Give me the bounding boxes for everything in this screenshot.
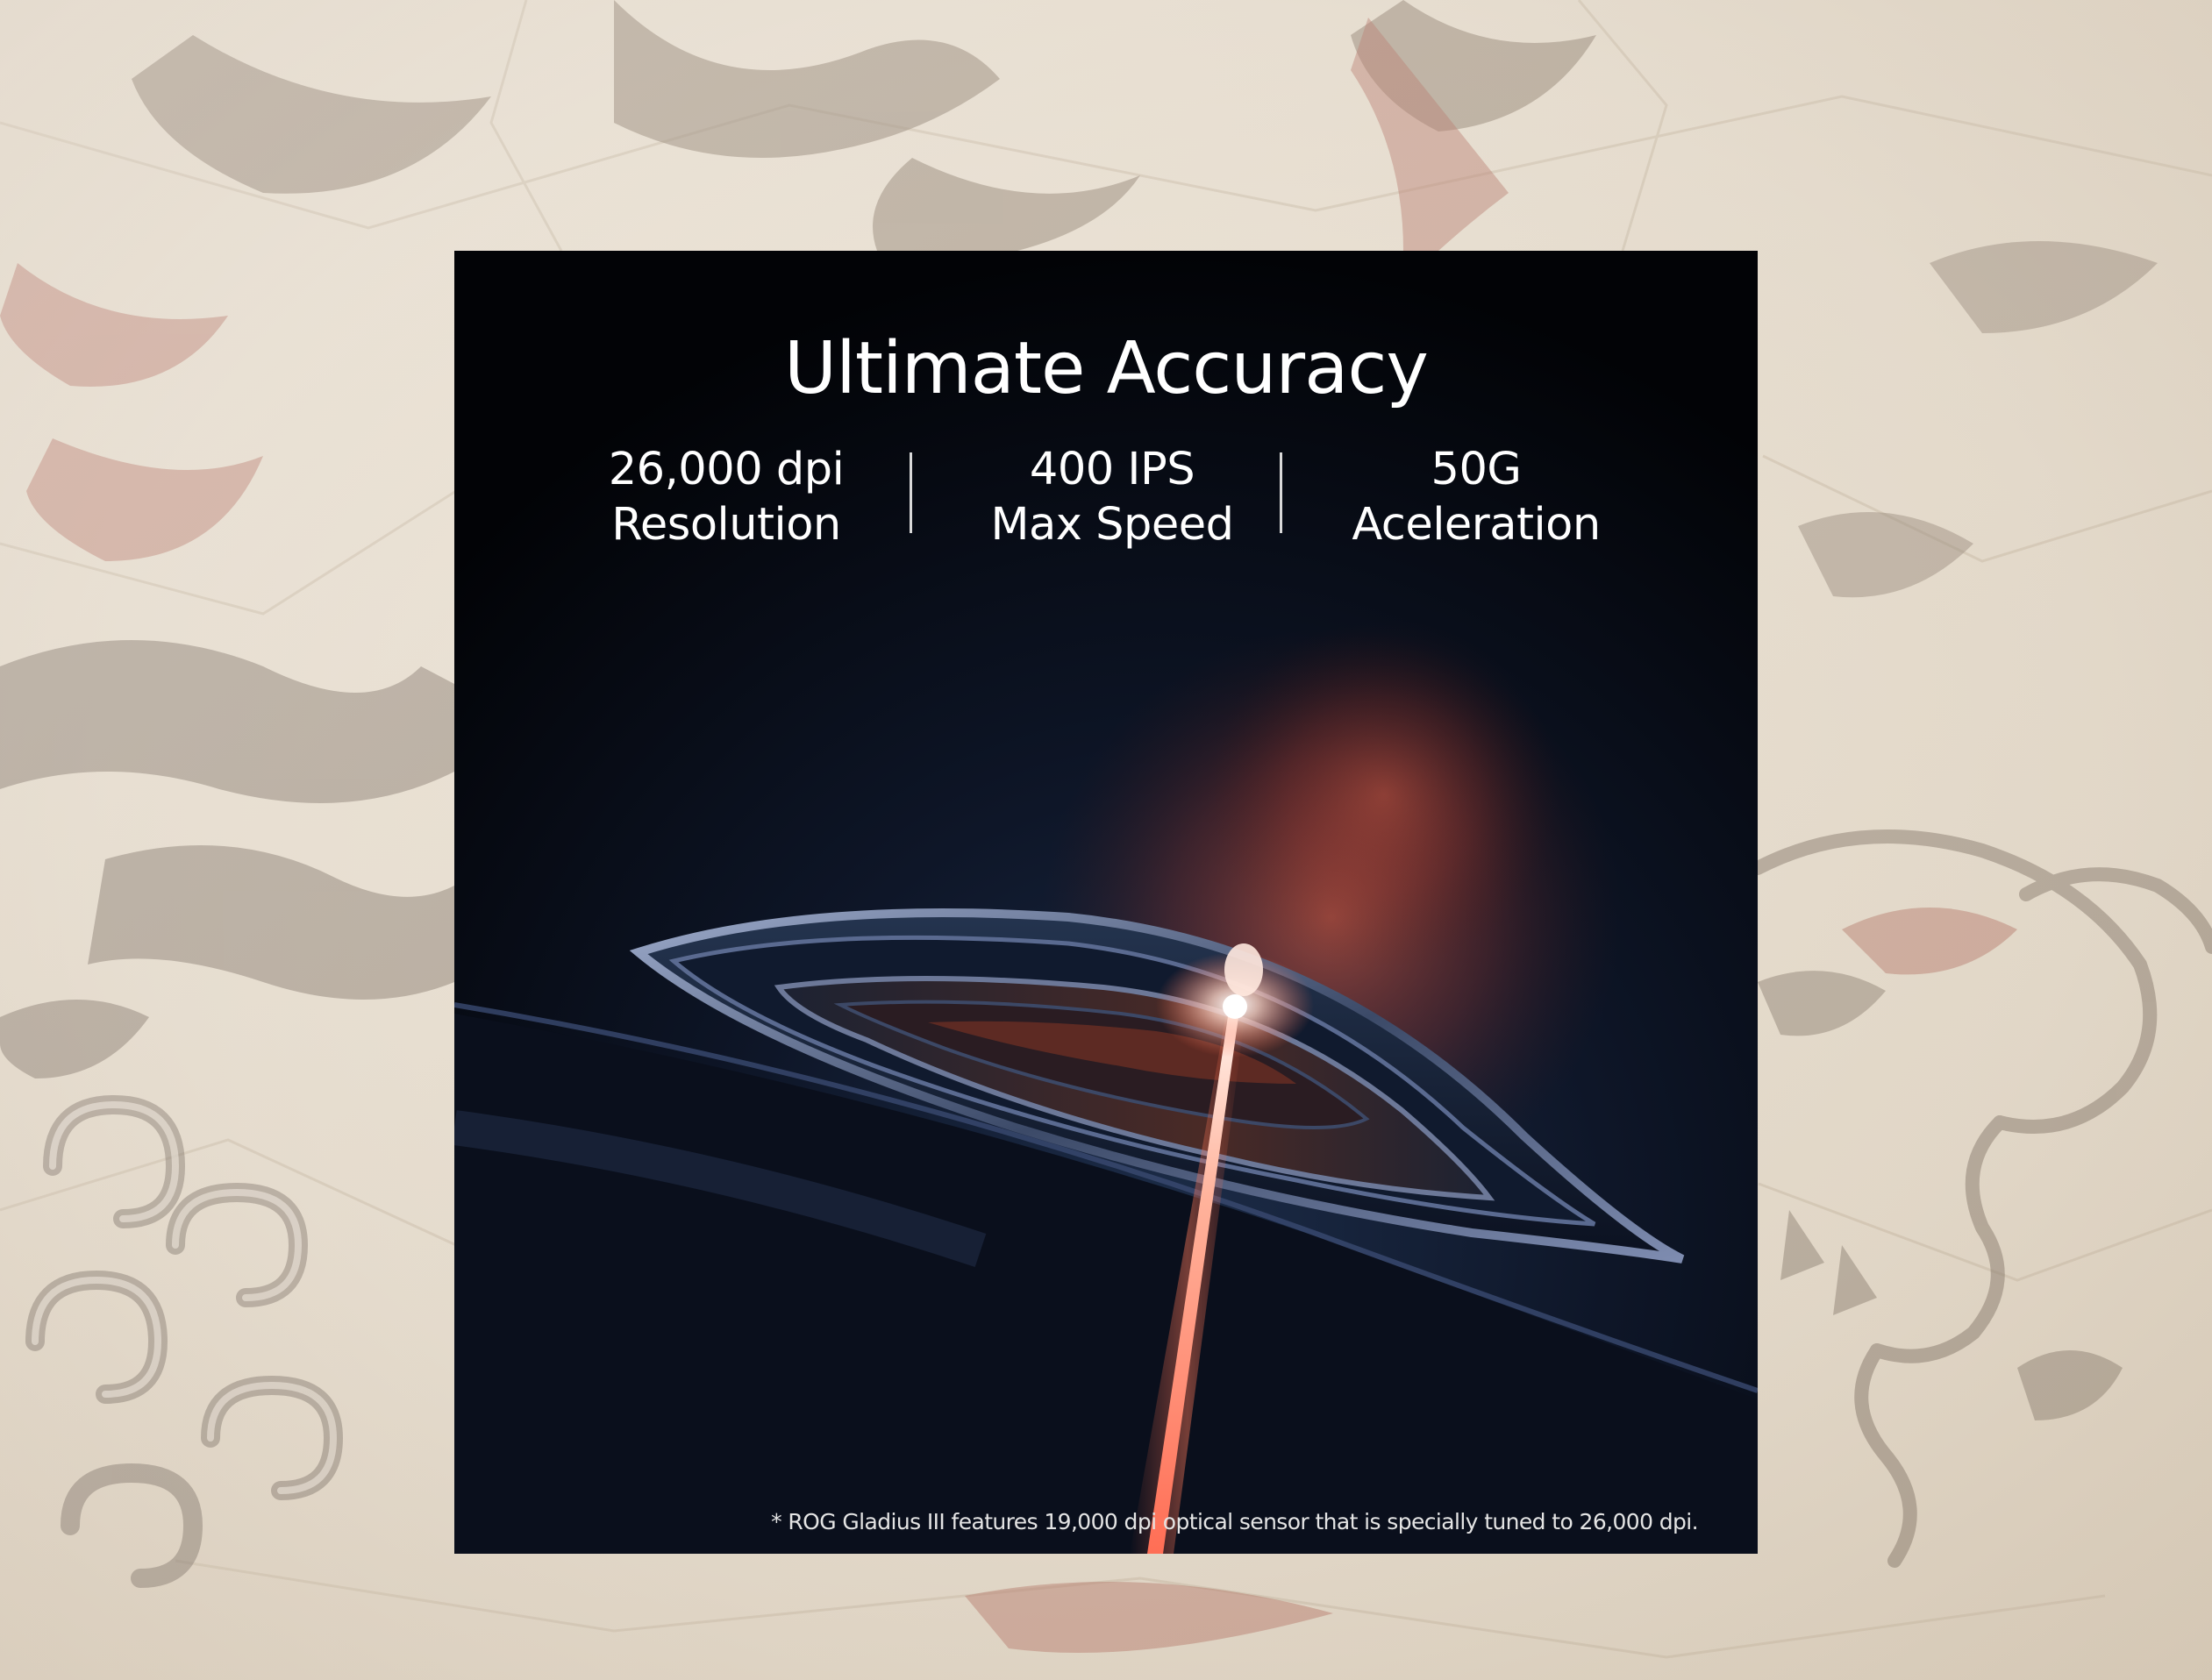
- spec-resolution: 26,000 dpi Resolution: [568, 442, 884, 552]
- spec-divider: [910, 452, 912, 533]
- spec-max-speed: 400 IPS Max Speed: [945, 442, 1279, 552]
- product-banner: Ultimate Accuracy 26,000 dpi Resolution …: [454, 251, 1758, 1554]
- page: Ultimate Accuracy 26,000 dpi Resolution …: [0, 0, 2212, 1680]
- spec-acceleration: 50G Aceleration: [1314, 442, 1638, 552]
- banner-footnote: * ROG Gladius III features 19,000 dpi op…: [771, 1509, 1698, 1534]
- spec-value: 400 IPS: [1029, 444, 1195, 495]
- banner-title: Ultimate Accuracy: [784, 327, 1429, 410]
- spec-divider: [1280, 452, 1282, 533]
- spec-value: 50G: [1431, 444, 1522, 495]
- spec-value: 26,000 dpi: [608, 444, 845, 495]
- spec-label: Max Speed: [990, 499, 1234, 551]
- spec-label: Aceleration: [1352, 499, 1601, 551]
- spec-label: Resolution: [611, 499, 841, 551]
